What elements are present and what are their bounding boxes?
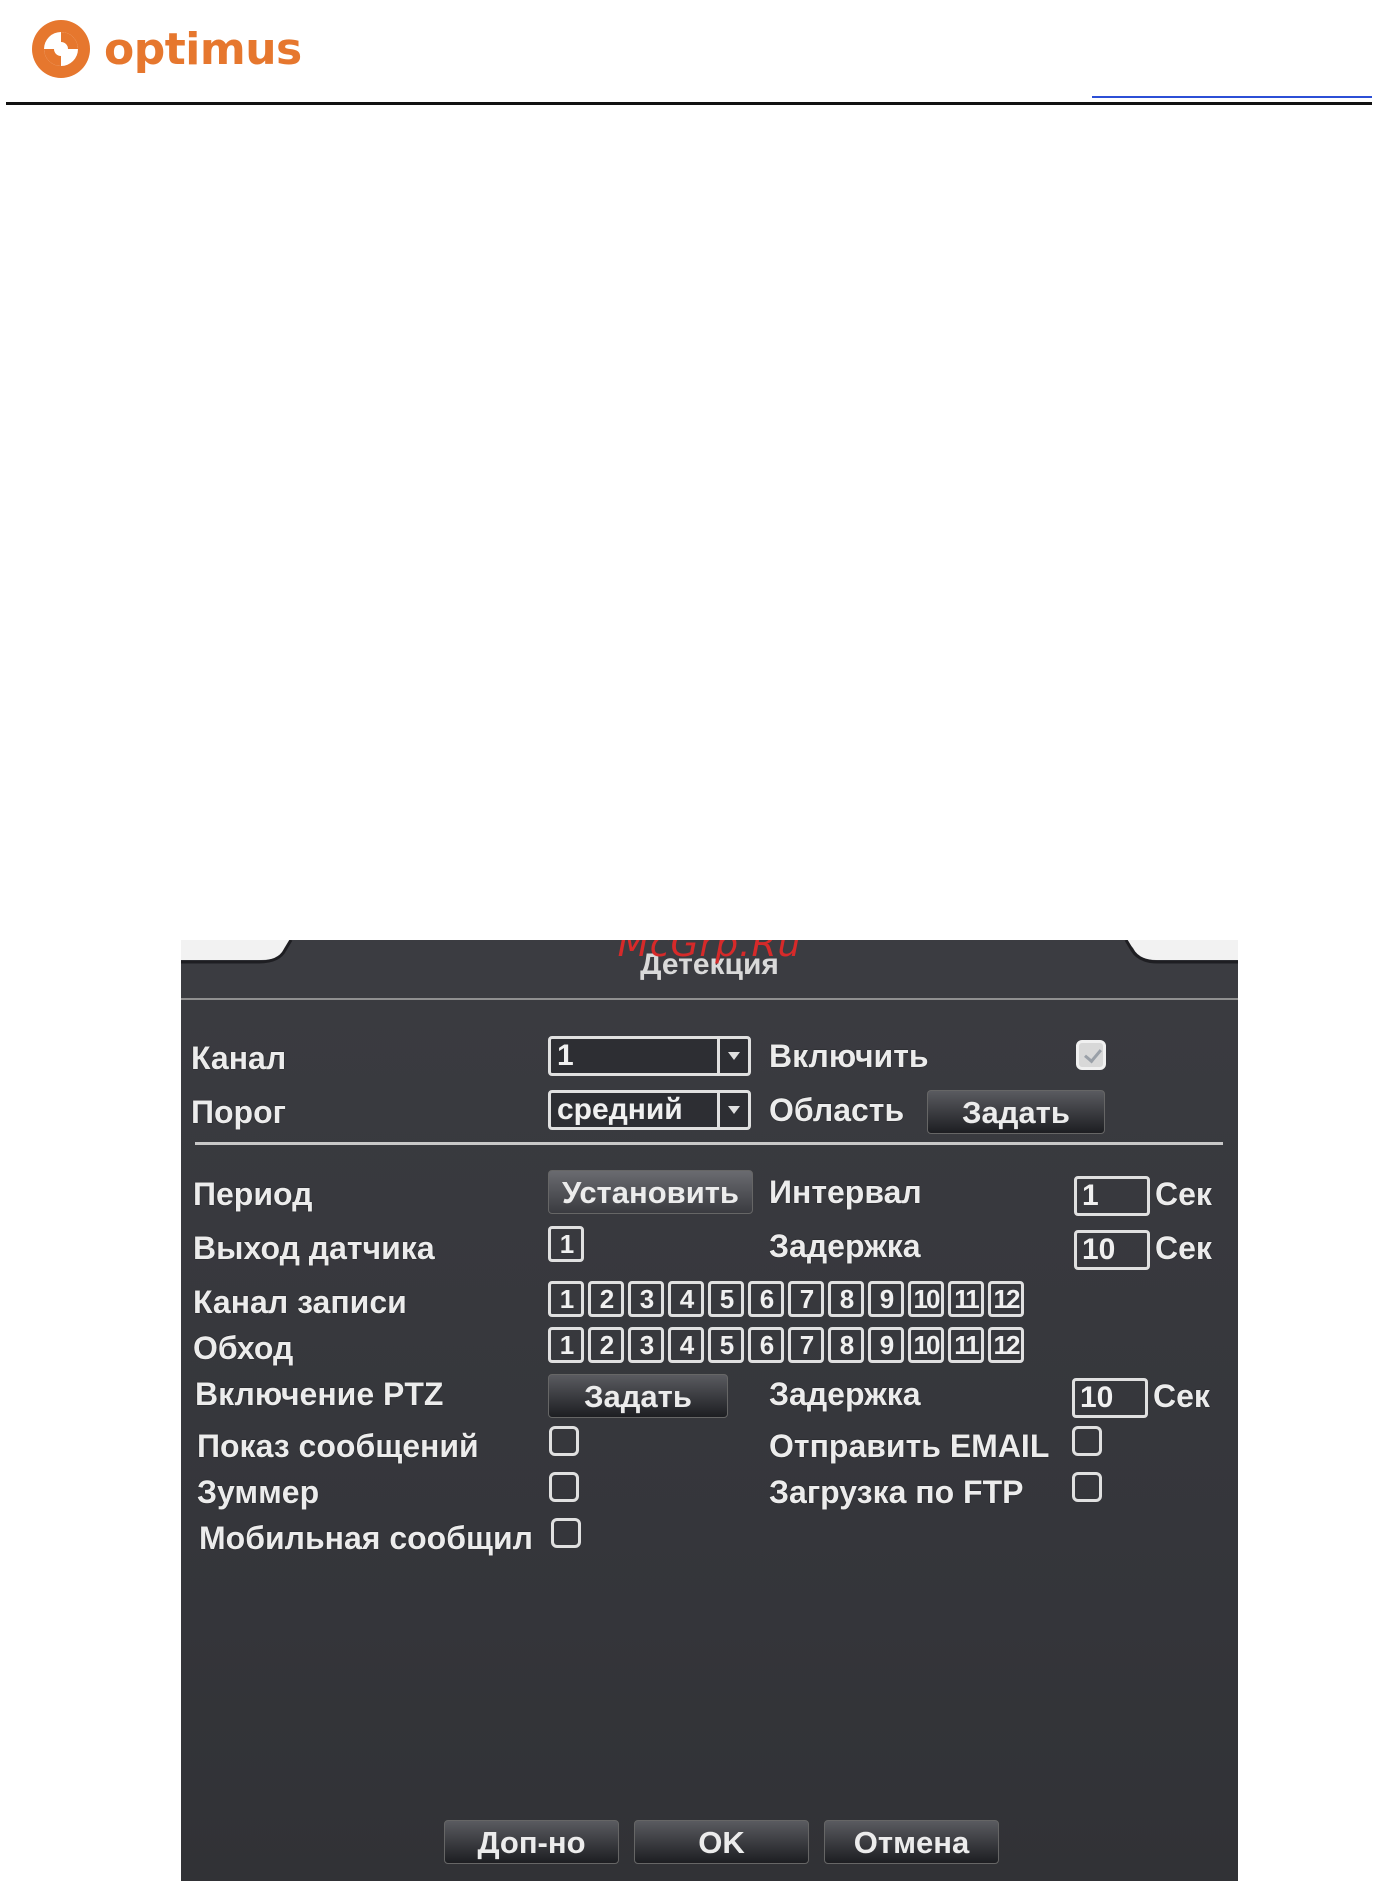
chevron-down-icon[interactable] [717, 1039, 748, 1073]
ok-button[interactable]: OK [634, 1820, 809, 1864]
delay-unit: Сек [1155, 1230, 1212, 1266]
brand-logo: optimus [30, 18, 302, 80]
advanced-button[interactable]: Доп-но [444, 1820, 619, 1864]
ptz-delay-unit: Сек [1153, 1378, 1210, 1414]
threshold-value: средний [557, 1093, 683, 1126]
ftp-label: Загрузка по FTP [769, 1474, 1024, 1510]
email-checkbox[interactable] [1072, 1426, 1102, 1456]
channel-select[interactable]: 1 [548, 1036, 751, 1076]
record-channel-toggle[interactable]: 5 [708, 1281, 744, 1317]
dvr-screen: Детекция McGrp.Ru Канал 1 Включить Порог… [181, 940, 1238, 1881]
tour-toggle[interactable]: 11 [948, 1327, 984, 1363]
watermark: McGrp.Ru [617, 940, 802, 965]
area-label: Область [769, 1092, 905, 1128]
record-channel-toggle[interactable]: 9 [868, 1281, 904, 1317]
cancel-button[interactable]: Отмена [824, 1820, 999, 1864]
tour-toggle[interactable]: 1 [548, 1327, 584, 1363]
tour-toggles: 1 2 3 4 5 6 7 8 9 10 11 12 [548, 1327, 1028, 1363]
threshold-select[interactable]: средний [548, 1090, 751, 1130]
tour-toggle[interactable]: 5 [708, 1327, 744, 1363]
mobile-label: Мобильная сообщил [199, 1520, 533, 1556]
record-channel-toggles: 1 2 3 4 5 6 7 8 9 10 11 12 [548, 1281, 1028, 1317]
tour-toggle[interactable]: 2 [588, 1327, 624, 1363]
delay-input[interactable]: 10 [1074, 1230, 1150, 1270]
header-divider [6, 102, 1372, 105]
brand-name: optimus [104, 23, 302, 75]
optimus-logo-icon [32, 20, 90, 78]
record-channel-toggle[interactable]: 6 [748, 1281, 784, 1317]
section-separator [195, 1142, 1223, 1145]
record-channel-toggle[interactable]: 4 [668, 1281, 704, 1317]
record-channel-label: Канал записи [193, 1284, 407, 1320]
ptz-delay-input[interactable]: 10 [1072, 1378, 1148, 1418]
period-label: Период [193, 1176, 313, 1212]
sensor-out-toggle[interactable]: 1 [548, 1226, 584, 1262]
chevron-down-icon[interactable] [717, 1093, 748, 1127]
period-set-button[interactable]: Установить [548, 1170, 753, 1214]
ptz-label: Включение PTZ [195, 1376, 444, 1412]
record-channel-toggle[interactable]: 12 [988, 1281, 1024, 1317]
tour-toggle[interactable]: 6 [748, 1327, 784, 1363]
interval-input[interactable]: 1 [1074, 1176, 1150, 1216]
detection-panel: Канал 1 Включить Порог средний Область З… [181, 998, 1238, 1881]
record-channel-toggle[interactable]: 10 [908, 1281, 944, 1317]
tour-toggle[interactable]: 10 [908, 1327, 944, 1363]
show-msg-checkbox[interactable] [549, 1426, 579, 1456]
tour-label: Обход [193, 1330, 294, 1366]
channel-label: Канал [191, 1040, 287, 1076]
ptz-delay-label: Задержка [769, 1376, 921, 1412]
sensor-out-toggles: 1 [548, 1226, 588, 1262]
buzzer-checkbox[interactable] [549, 1472, 579, 1502]
title-separator [181, 998, 1238, 1000]
tour-toggle[interactable]: 8 [828, 1327, 864, 1363]
threshold-label: Порог [191, 1094, 286, 1130]
tour-toggle[interactable]: 12 [988, 1327, 1024, 1363]
interval-label: Интервал [769, 1174, 922, 1210]
tour-toggle[interactable]: 7 [788, 1327, 824, 1363]
record-channel-toggle[interactable]: 7 [788, 1281, 824, 1317]
record-channel-toggle[interactable]: 2 [588, 1281, 624, 1317]
tour-toggle[interactable]: 9 [868, 1327, 904, 1363]
ftp-checkbox[interactable] [1072, 1472, 1102, 1502]
buzzer-label: Зуммер [197, 1474, 320, 1510]
ptz-set-button[interactable]: Задать [548, 1374, 728, 1418]
record-channel-toggle[interactable]: 8 [828, 1281, 864, 1317]
channel-value: 1 [557, 1039, 574, 1072]
record-channel-toggle[interactable]: 3 [628, 1281, 664, 1317]
enable-label: Включить [769, 1038, 929, 1074]
header-link-underline [1092, 96, 1372, 98]
interval-unit: Сек [1155, 1176, 1212, 1212]
record-channel-toggle[interactable]: 1 [548, 1281, 584, 1317]
email-label: Отправить EMAIL [769, 1428, 1050, 1464]
area-set-button[interactable]: Задать [927, 1090, 1105, 1134]
show-msg-label: Показ сообщений [197, 1428, 479, 1464]
record-channel-toggle[interactable]: 11 [948, 1281, 984, 1317]
enable-checkbox[interactable] [1076, 1040, 1106, 1070]
sensor-out-label: Выход датчика [193, 1230, 435, 1266]
delay-label: Задержка [769, 1228, 921, 1264]
mobile-checkbox[interactable] [551, 1518, 581, 1548]
tour-toggle[interactable]: 3 [628, 1327, 664, 1363]
tour-toggle[interactable]: 4 [668, 1327, 704, 1363]
